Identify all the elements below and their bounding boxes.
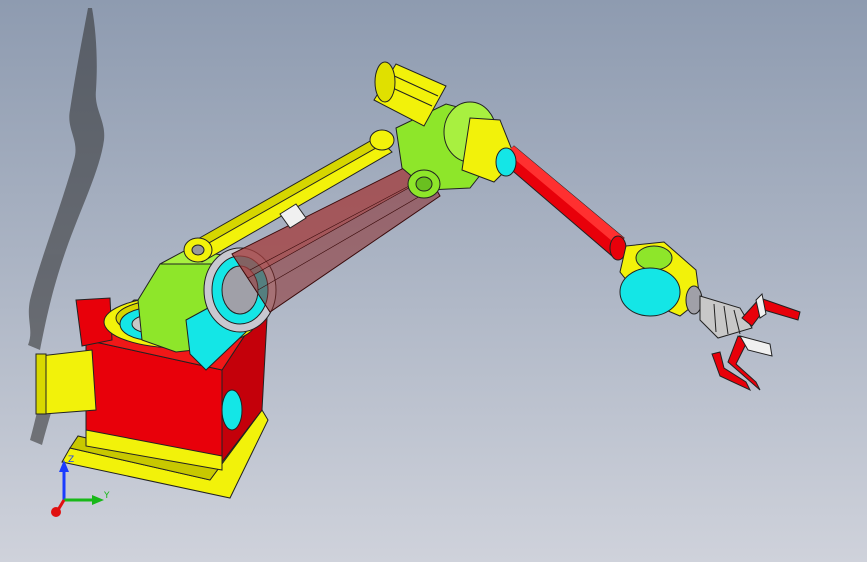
y-axis-arrow-icon <box>92 495 104 505</box>
robot-arm-model[interactable]: Z Y <box>0 0 867 562</box>
y-axis-label: Y <box>103 491 110 501</box>
z-axis-label: Z <box>68 455 74 465</box>
cad-3d-viewport[interactable]: Z Y <box>0 0 867 562</box>
gripper[interactable] <box>699 292 801 392</box>
forearm[interactable] <box>495 145 627 261</box>
wrist[interactable] <box>619 241 703 317</box>
x-axis-ball-icon <box>51 507 61 517</box>
